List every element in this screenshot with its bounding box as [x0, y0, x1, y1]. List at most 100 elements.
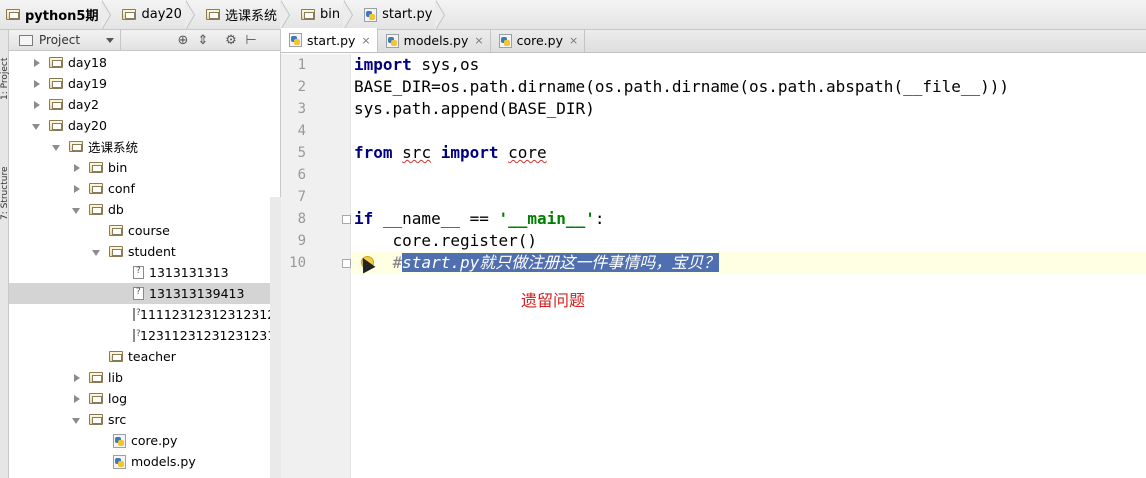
line-number: 4: [297, 123, 306, 139]
tree-item-core-py[interactable]: core.py: [9, 430, 281, 451]
folder-icon: [109, 225, 123, 236]
selected-comment-text: start.py就只做注册这一件事情吗，宝贝？: [402, 253, 720, 272]
tree-item-lib[interactable]: lib: [9, 367, 281, 388]
line-number: 3: [297, 101, 306, 117]
code-line-5: from src import core: [354, 143, 547, 162]
tree-item-day19[interactable]: day19: [9, 73, 281, 94]
python-file-icon: [289, 33, 302, 47]
chevron-right-icon[interactable]: [31, 99, 43, 111]
chevron-down-icon[interactable]: [31, 120, 43, 132]
folder-icon: [89, 414, 103, 425]
folder-icon: [122, 9, 137, 20]
chevron-down-icon[interactable]: [71, 204, 83, 216]
tree-item-file-selected[interactable]: 131313139413: [9, 283, 281, 304]
folder-icon: [89, 183, 103, 194]
tab-start-py[interactable]: start.py ×: [281, 28, 378, 52]
code-line-2: BASE_DIR=os.path.dirname(os.path.dirname…: [354, 77, 1010, 96]
breadcrumb-item-bin[interactable]: bin: [295, 0, 358, 30]
folder-icon: [300, 9, 315, 20]
chevron-down-icon[interactable]: [91, 246, 103, 258]
folder-icon: [109, 351, 123, 362]
folder-icon: [89, 372, 103, 383]
python-file-icon: [113, 433, 126, 448]
folder-icon: [89, 393, 103, 404]
breadcrumb: python5期 day20 选课系统 bin start.py: [0, 0, 1146, 30]
line-number: 7: [297, 189, 306, 205]
chevron-down-icon[interactable]: [51, 141, 63, 153]
tab-models-py[interactable]: models.py ×: [378, 29, 491, 52]
annotation-text: 遗留问题: [521, 291, 586, 310]
tree-item-teacher[interactable]: teacher: [9, 346, 281, 367]
python-file-icon: [385, 33, 399, 48]
python-file-icon: [364, 7, 378, 22]
code-line-9: core.register(): [354, 231, 538, 250]
chevron-right-icon[interactable]: [71, 183, 83, 195]
tree-item-file[interactable]: 111123123123123123: [9, 304, 281, 325]
unknown-file-icon: [133, 287, 144, 300]
close-icon[interactable]: ×: [569, 34, 578, 47]
tree-item-course-system[interactable]: 选课系统: [9, 136, 281, 157]
gear-icon[interactable]: ⚙: [221, 30, 241, 51]
line-number: 9: [297, 233, 306, 249]
tree-item-file[interactable]: 123112312312312312312: [9, 325, 281, 346]
python-file-icon: [498, 33, 512, 48]
chevron-down-icon: [106, 37, 114, 43]
tree-item-student[interactable]: student: [9, 241, 281, 262]
breadcrumb-item-day20[interactable]: day20: [116, 0, 199, 30]
collapse-icon[interactable]: ⇕: [193, 30, 213, 51]
project-icon: [19, 34, 33, 46]
sync-icon[interactable]: ⊕: [173, 30, 193, 51]
breadcrumb-item-start-py[interactable]: start.py: [358, 0, 450, 30]
project-panel: Project ⊕ ⇕ ⚙ ⊢ day18 day19 day2 day20 选…: [9, 29, 281, 478]
code-editor[interactable]: 1 2 3 4 5 6 7 8 9 10 import sys,os BASE_…: [281, 54, 1146, 478]
python-file-icon: [113, 454, 126, 469]
tab-core-py[interactable]: core.py ×: [491, 29, 586, 52]
tree-item-log[interactable]: log: [9, 388, 281, 409]
unknown-file-icon: [133, 266, 144, 279]
code-line-10: #start.py就只做注册这一件事情吗，宝贝？: [392, 253, 720, 272]
tree-item-conf[interactable]: conf: [9, 178, 281, 199]
unknown-file-icon: [133, 329, 141, 342]
folder-icon: [109, 246, 123, 257]
folder-icon: [49, 57, 63, 68]
folder-icon: [49, 99, 63, 110]
breadcrumb-item-course-system[interactable]: 选课系统: [200, 0, 295, 30]
chevron-right-icon[interactable]: [71, 372, 83, 384]
folder-icon: [89, 204, 103, 215]
tree-item-bin[interactable]: bin: [9, 157, 281, 178]
side-tab-structure[interactable]: 7: Structure: [0, 140, 10, 221]
line-number: 1: [297, 57, 306, 73]
chevron-right-icon[interactable]: [31, 78, 43, 90]
chevron-right-icon[interactable]: [71, 162, 83, 174]
chevron-right-icon[interactable]: [31, 57, 43, 69]
project-view-selector[interactable]: Project: [9, 29, 121, 51]
line-number: 10: [289, 255, 306, 271]
chevron-right-icon[interactable]: [71, 393, 83, 405]
folder-icon: [205, 9, 220, 20]
folder-icon: [49, 120, 63, 131]
folder-icon: [49, 78, 63, 89]
tree-item-models-py[interactable]: models.py: [9, 451, 281, 472]
tree-item-file[interactable]: 1313131313: [9, 262, 281, 283]
folder-icon: [69, 141, 83, 152]
tree-scrollbar[interactable]: [270, 197, 281, 478]
editor-gutter: 1 2 3 4 5 6 7 8 9 10: [281, 54, 351, 478]
tree-item-day2[interactable]: day2: [9, 94, 281, 115]
tree-item-day20[interactable]: day20: [9, 115, 281, 136]
code-line-8: if __name__ == '__main__':: [354, 209, 605, 228]
close-icon[interactable]: ×: [474, 34, 483, 47]
tree-item-course[interactable]: course: [9, 220, 281, 241]
breadcrumb-item-project[interactable]: python5期: [0, 0, 116, 30]
fold-marker-icon[interactable]: [342, 259, 351, 268]
side-tab-project[interactable]: 1: Project: [0, 40, 10, 100]
tree-item-day18[interactable]: day18: [9, 52, 281, 73]
tree-item-db[interactable]: db: [9, 199, 281, 220]
chevron-down-icon[interactable]: [71, 414, 83, 426]
hide-icon[interactable]: ⊢: [241, 30, 261, 51]
code-line-3: sys.path.append(BASE_DIR): [354, 99, 595, 118]
close-icon[interactable]: ×: [361, 34, 370, 47]
fold-marker-icon[interactable]: [342, 215, 351, 224]
tree-item-src[interactable]: src: [9, 409, 281, 430]
left-tool-strip: 1: Project 7: Structure: [0, 30, 10, 478]
line-number: 6: [297, 167, 306, 183]
